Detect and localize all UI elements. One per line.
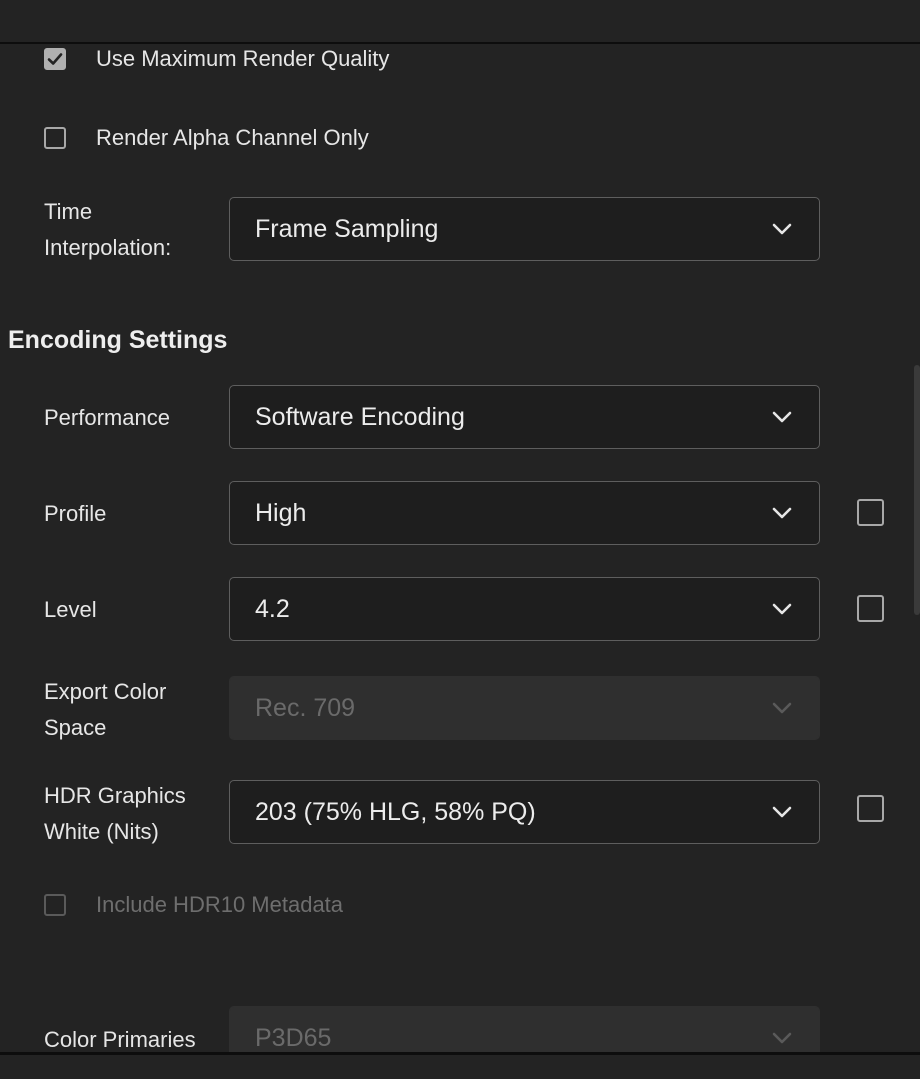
use-max-render-quality-label: Use Maximum Render Quality xyxy=(96,46,390,71)
chevron-down-icon xyxy=(771,800,795,824)
checkmark-icon xyxy=(47,53,63,65)
chevron-down-icon xyxy=(771,1026,795,1050)
export-settings-panel: Use Maximum Render Quality Render Alpha … xyxy=(0,44,920,1052)
export-color-space-dropdown: Rec. 709 xyxy=(229,676,820,740)
performance-dropdown[interactable]: Software Encoding xyxy=(229,385,820,449)
hdr-graphics-white-label-line2: White (Nits) xyxy=(44,819,159,844)
hdr-graphics-white-label-line1: HDR Graphics xyxy=(44,783,186,808)
time-interpolation-label: Time Interpolation: xyxy=(44,194,214,266)
time-interpolation-label-line1: Time xyxy=(44,199,93,224)
panel-header-bar xyxy=(0,0,920,44)
export-color-space-label-line1: Export Color xyxy=(44,679,167,704)
encoding-settings-title: Encoding Settings xyxy=(8,326,228,354)
level-label: Level xyxy=(44,597,97,622)
chevron-down-icon xyxy=(771,217,795,241)
hdr-graphics-white-match-checkbox[interactable] xyxy=(857,795,884,822)
export-color-space-label-line2: Space xyxy=(44,715,107,740)
hdr-graphics-white-dropdown[interactable]: 203 (75% HLG, 58% PQ) xyxy=(229,780,820,844)
performance-label: Performance xyxy=(44,405,170,430)
render-alpha-only-checkbox[interactable] xyxy=(44,127,66,149)
color-primaries-value: P3D65 xyxy=(255,1023,332,1052)
panel-footer-bar xyxy=(0,1052,920,1079)
hdr-graphics-white-value: 203 (75% HLG, 58% PQ) xyxy=(255,797,536,826)
export-color-space-value: Rec. 709 xyxy=(255,693,356,722)
color-primaries-dropdown: P3D65 xyxy=(229,1006,820,1052)
level-value: 4.2 xyxy=(255,594,290,623)
level-dropdown[interactable]: 4.2 xyxy=(229,577,820,641)
hdr-graphics-white-label: HDR Graphics White (Nits) xyxy=(44,778,214,850)
include-hdr10-row: Include HDR10 Metadata xyxy=(44,890,343,920)
chevron-down-icon xyxy=(771,501,795,525)
scrollbar-thumb[interactable] xyxy=(914,365,920,615)
profile-match-checkbox[interactable] xyxy=(857,499,884,526)
include-hdr10-label: Include HDR10 Metadata xyxy=(96,892,344,917)
time-interpolation-label-line2: Interpolation: xyxy=(44,235,172,260)
render-alpha-only-row[interactable]: Render Alpha Channel Only xyxy=(44,123,369,153)
time-interpolation-dropdown[interactable]: Frame Sampling xyxy=(229,197,820,261)
profile-label: Profile xyxy=(44,501,107,526)
profile-dropdown[interactable]: High xyxy=(229,481,820,545)
level-match-checkbox[interactable] xyxy=(857,595,884,622)
performance-value: Software Encoding xyxy=(255,402,465,431)
use-max-render-quality-row[interactable]: Use Maximum Render Quality xyxy=(44,44,389,74)
render-alpha-only-label: Render Alpha Channel Only xyxy=(96,125,369,150)
time-interpolation-value: Frame Sampling xyxy=(255,214,439,243)
chevron-down-icon xyxy=(771,696,795,720)
export-color-space-label: Export Color Space xyxy=(44,674,214,746)
include-hdr10-checkbox xyxy=(44,894,66,916)
chevron-down-icon xyxy=(771,405,795,429)
chevron-down-icon xyxy=(771,597,795,621)
color-primaries-label: Color Primaries xyxy=(44,1027,196,1052)
profile-value: High xyxy=(255,498,307,527)
use-max-render-quality-checkbox[interactable] xyxy=(44,48,66,70)
